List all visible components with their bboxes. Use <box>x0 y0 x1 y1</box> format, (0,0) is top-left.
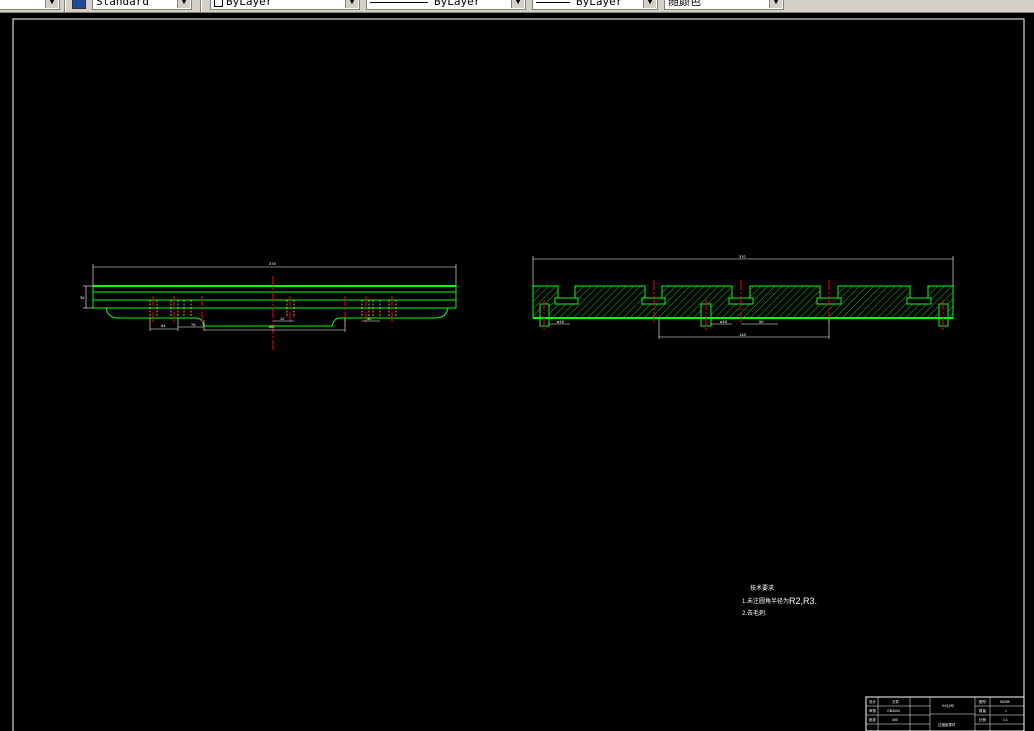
tb-qty-value: 1 <box>1005 709 1007 713</box>
tb-r3c2: 450 <box>892 718 898 722</box>
notes-title: 技术要求 <box>750 584 774 592</box>
tb-part-name: 过渡板零件 <box>938 722 956 727</box>
section-pitch-dim: 56 <box>759 319 764 324</box>
text-style-icon[interactable] <box>72 0 86 9</box>
front-dimensions <box>83 264 457 332</box>
title-block: 设计 文件 审核 GB4004 批准 450 XX公司 过渡板零件 图号 562… <box>865 696 1025 731</box>
toolbar-separator <box>200 0 202 12</box>
tb-r1c2: 文件 <box>892 699 900 704</box>
tb-company-name: XX公司 <box>942 703 954 708</box>
plot-style-dropdown[interactable]: 随颜色 ▼ <box>664 0 784 10</box>
front-dim-c: 180 <box>268 324 275 329</box>
tb-code-value: 56285 <box>1000 700 1010 704</box>
chevron-down-icon[interactable]: ▼ <box>345 0 358 8</box>
color-swatch-icon <box>214 0 223 7</box>
text-style-value: Standard <box>96 0 149 8</box>
section-slot-dim-left: ø18 <box>557 319 565 324</box>
chevron-down-icon[interactable]: ▼ <box>643 0 656 8</box>
section-span-dim: 148 <box>739 332 746 337</box>
lineweight-sample-icon <box>536 1 570 3</box>
drawing-canvas[interactable]: 378 36 64 78 180 12 32 370 ø18 ø18 56 14… <box>0 12 1034 731</box>
notes-line1-prefix: 1.未注圆角半径为 <box>742 597 789 605</box>
section-view: 370 ø18 ø18 56 148 <box>532 254 954 339</box>
tb-qty-label: 数量 <box>979 708 987 713</box>
front-overall-dim: 378 <box>269 261 276 266</box>
chevron-down-icon[interactable]: ▼ <box>45 0 58 8</box>
front-dim-e: 32 <box>367 316 372 321</box>
front-dim-a: 64 <box>161 323 166 328</box>
chevron-down-icon[interactable]: ▼ <box>769 0 782 8</box>
front-view: 378 36 64 78 180 12 32 <box>80 261 457 352</box>
tb-r2c1: 审核 <box>869 708 877 713</box>
front-dim-d: 12 <box>280 316 285 321</box>
section-slot-dim-mid: ø18 <box>720 319 728 324</box>
plot-style-value: 随颜色 <box>668 0 701 8</box>
chevron-down-icon[interactable]: ▼ <box>511 0 524 8</box>
technical-notes: 技术要求 1.未注圆角半径为 R2,R3. 2.去毛刺. <box>742 584 817 617</box>
notes-line1-value: R2,R3. <box>789 596 817 606</box>
left-dropdown[interactable]: ▼ <box>0 0 60 10</box>
linetype-value: ByLayer <box>434 0 481 8</box>
front-centerlines <box>152 276 393 352</box>
drawing-frame <box>12 18 1025 731</box>
tb-r3c1: 批准 <box>869 717 877 722</box>
toolbar-separator <box>64 0 66 12</box>
section-overall-dim: 370 <box>739 254 746 259</box>
tb-scale-label: 比例 <box>979 717 987 722</box>
color-control-value: ByLayer <box>226 0 273 8</box>
tb-scale-value: 1:1 <box>1003 718 1008 722</box>
front-dim-b: 78 <box>191 322 196 327</box>
chevron-down-icon[interactable]: ▼ <box>177 0 190 8</box>
front-height-dim: 36 <box>80 295 85 300</box>
tb-r1c1: 设计 <box>869 699 877 704</box>
lineweight-value: ByLayer <box>576 0 623 8</box>
tb-code-label: 图号 <box>979 699 987 704</box>
lineweight-dropdown[interactable]: ByLayer ▼ <box>532 0 658 10</box>
linetype-dropdown[interactable]: ByLayer ▼ <box>366 0 526 10</box>
color-control-dropdown[interactable]: ByLayer ▼ <box>210 0 360 10</box>
notes-line2: 2.去毛刺. <box>742 609 767 617</box>
text-style-dropdown[interactable]: Standard ▼ <box>92 0 192 10</box>
tb-r2c2: GB4004 <box>887 709 900 713</box>
linetype-sample-icon <box>370 1 428 3</box>
